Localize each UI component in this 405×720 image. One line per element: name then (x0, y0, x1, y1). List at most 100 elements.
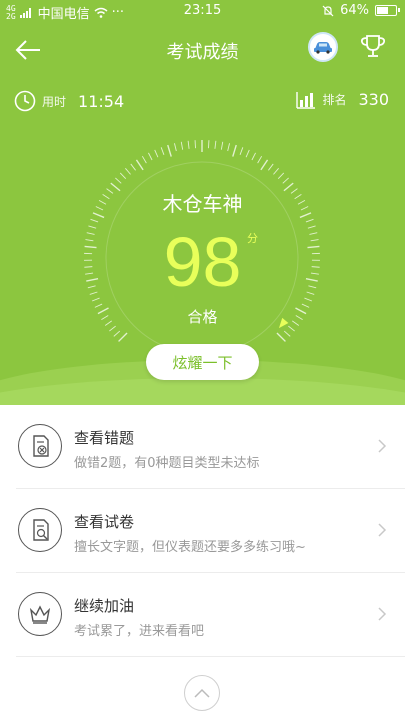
gauge-tick (288, 325, 295, 332)
gauge-tick (86, 232, 95, 235)
gauge-tick (214, 140, 217, 149)
battery-icon (375, 5, 400, 16)
action-list: 查看错题 做错2题，有0种题目类型未达标 查看试卷 擅长文字题，但仪表题还要多多… (0, 405, 405, 657)
gauge-tick (87, 285, 96, 289)
gauge-tick (180, 141, 184, 150)
gauge-tick (88, 225, 97, 229)
status-more: ··· (111, 5, 125, 20)
gauge-tick (102, 194, 110, 200)
back-button[interactable] (14, 36, 44, 64)
gauge-tick (307, 225, 316, 229)
gauge-tick (305, 277, 318, 282)
gauge-tick (290, 188, 298, 194)
gauge-tick (125, 167, 131, 175)
gauge-tick (276, 332, 286, 342)
car-type-button[interactable] (308, 32, 338, 62)
gauge-tick (119, 172, 127, 180)
gauge-tick (291, 320, 300, 326)
gauge-tick (268, 163, 274, 171)
time-used: 用时 11:54 (14, 90, 124, 112)
gauge-tick (282, 177, 289, 184)
signal-bars-icon (19, 7, 31, 18)
trophy-button[interactable] (358, 32, 388, 62)
gauge-tick (311, 266, 320, 268)
list-item-wrong-questions[interactable]: 查看错题 做错2题，有0种题目类型未达标 (16, 405, 405, 489)
gauge-tick (300, 206, 309, 211)
gauge-tick (277, 172, 285, 180)
bell-off-icon (322, 5, 334, 16)
car-icon (314, 42, 332, 54)
gauge-tick (305, 218, 314, 223)
ranking: 排名 330 (296, 90, 389, 109)
gauge-tick (148, 152, 153, 161)
gauge-tick (85, 272, 94, 275)
item-subtitle: 擅长文字题，但仪表题还要多多练习哦~ (74, 540, 306, 555)
battery-percent: 64% (340, 3, 369, 18)
gauge-tick (251, 152, 256, 161)
gauge-tick (260, 159, 269, 171)
chevron-up-icon (194, 688, 210, 698)
gauge-tick (220, 141, 224, 150)
gauge-tick (84, 245, 97, 249)
arrow-left-icon (15, 40, 40, 60)
gauge-tick (297, 199, 306, 205)
gauge-tick (115, 177, 122, 184)
time-label: 用时 (42, 94, 67, 109)
gauge-score-marker (278, 317, 289, 329)
gauge-tick (306, 291, 315, 295)
gauge-tick (104, 320, 113, 326)
status-right: 64% (322, 3, 400, 18)
battery-level (377, 7, 388, 14)
gauge-tick (294, 194, 302, 200)
chevron-right-icon (378, 607, 387, 621)
gauge-tick (141, 155, 147, 164)
gauge-tick (97, 307, 109, 315)
chevron-right-icon (378, 439, 387, 453)
gauge-tick (92, 212, 105, 219)
gauge-tick (239, 147, 244, 155)
gauge-tick (130, 163, 136, 171)
expand-up-button[interactable] (184, 675, 220, 711)
gauge-tick (89, 291, 98, 295)
gauge-tick (118, 332, 128, 342)
item-title: 查看错题 (74, 429, 135, 447)
wrong-paper-icon (18, 424, 62, 468)
gauge-tick (94, 303, 103, 308)
chevron-right-icon (378, 523, 387, 537)
status-bar: 4G 2G 中国电信 ··· 23:15 64% (0, 0, 405, 22)
gauge-tick (90, 218, 99, 223)
gauge-tick (91, 297, 100, 302)
time-value: 11:54 (78, 91, 125, 111)
nav-bar: 考试成绩 (0, 30, 405, 70)
rank-value: 330 (358, 90, 389, 109)
gauge-tick (304, 297, 313, 302)
crown-icon (18, 592, 62, 636)
carrier-name: 中国电信 (37, 7, 90, 22)
bar-chart-icon (296, 91, 316, 109)
gauge-tick (160, 147, 165, 155)
gauge-tick (307, 245, 320, 249)
gauge-tick (283, 182, 294, 192)
score-gauge (84, 140, 320, 355)
score-header: 4G 2G 中国电信 ··· 23:15 64% 考试成绩 用时 11:54 排… (0, 0, 405, 405)
search-paper-glyph (33, 519, 49, 541)
network-type: 4G 2G (6, 4, 16, 21)
item-title: 查看试卷 (74, 513, 135, 531)
item-subtitle: 做错2题，有0种题目类型未达标 (74, 456, 260, 471)
gauge-tick (283, 330, 291, 337)
gauge-tick (109, 325, 116, 332)
list-item-review-paper[interactable]: 查看试卷 擅长文字题，但仪表题还要多多练习哦~ (16, 489, 405, 573)
wrong-paper-glyph (33, 435, 49, 457)
gauge-tick (154, 149, 159, 158)
gauge-tick (85, 239, 94, 242)
gauge-tick (174, 143, 177, 152)
gauge-tick (310, 239, 319, 242)
gauge-tick (101, 315, 109, 321)
gauge-tick (135, 159, 144, 171)
gauge-tick (187, 140, 190, 149)
gauge-tick (299, 212, 312, 219)
wifi-icon (94, 7, 108, 18)
list-item-keep-going[interactable]: 继续加油 考试累了，进来看看吧 (16, 573, 405, 657)
gauge-tick (232, 144, 237, 157)
share-button[interactable]: 炫耀一下 (146, 344, 259, 380)
